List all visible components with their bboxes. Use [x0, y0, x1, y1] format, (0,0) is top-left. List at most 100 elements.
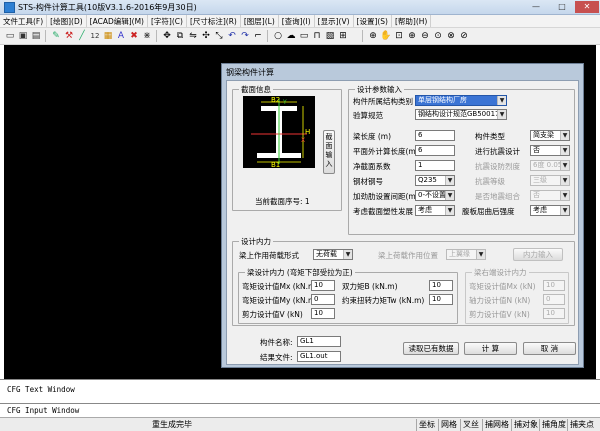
torsion-input[interactable]: 10 — [429, 294, 453, 305]
explode-icon[interactable]: ⋇ — [141, 30, 153, 42]
mx-input[interactable]: 10 — [311, 280, 335, 291]
line-icon[interactable]: ╱ — [76, 30, 88, 42]
redo-icon[interactable]: ↷ — [239, 30, 251, 42]
bimoment-input[interactable]: 10 — [429, 280, 453, 291]
chevron-down-icon: ▼ — [445, 176, 454, 185]
read-data-button[interactable]: 读取已有数据 — [403, 342, 459, 355]
number-icon[interactable]: 12 — [89, 30, 101, 42]
status-snap-object[interactable]: 捕对象 — [511, 419, 540, 431]
calculate-button[interactable]: 计 算 — [464, 342, 517, 355]
my-label: 弯矩设计值My (kN.m) — [242, 296, 319, 305]
status-snap-grip[interactable]: 捕夹点 — [567, 419, 596, 431]
pan-icon[interactable]: ✋ — [380, 30, 392, 42]
steel-grade-label: 钢材钢号 — [353, 177, 383, 186]
cfg-input-window[interactable]: CFG Input Window — [0, 403, 600, 417]
mx-label: 弯矩设计值Mx (kN.m) — [242, 282, 319, 291]
copy-icon[interactable]: ⧉ — [174, 30, 186, 42]
rotate-icon[interactable]: ✣ — [200, 30, 212, 42]
plastic-select[interactable]: 考虑 ▼ — [415, 205, 455, 216]
web-buckling-value: 考虑 — [533, 206, 547, 214]
circle-icon[interactable]: ○ — [272, 30, 284, 42]
mirror-icon[interactable]: ⇋ — [187, 30, 199, 42]
open-icon[interactable]: ▭ — [4, 30, 16, 42]
zoom-out-icon[interactable]: ⊖ — [419, 30, 431, 42]
net-section-input[interactable]: 1 — [415, 160, 455, 171]
copy-text-icon[interactable]: ⊞ — [337, 30, 349, 42]
menu-acad-edit[interactable]: [ACAD编辑](M) — [87, 15, 148, 27]
member-type-select[interactable]: 简支梁 ▼ — [530, 130, 570, 141]
web-buckling-select[interactable]: 考虑 ▼ — [530, 205, 570, 216]
b2-label: B2 — [271, 96, 280, 104]
zoom-window-icon[interactable]: ⊡ — [393, 30, 405, 42]
out-plane-length-input[interactable]: 6 — [415, 145, 455, 156]
save-icon[interactable]: ▣ — [17, 30, 29, 42]
my-input[interactable]: 0 — [311, 294, 335, 305]
print-icon[interactable]: ▤ — [30, 30, 42, 42]
zoom-all-icon[interactable]: ⊙ — [432, 30, 444, 42]
zoom-extents-icon[interactable]: ⊗ — [445, 30, 457, 42]
status-coords[interactable]: 坐标 — [416, 419, 437, 431]
seismic-combo-select[interactable]: 否 ▼ — [530, 190, 570, 201]
stiffener-label: 加劲肋设置间距(m) — [353, 192, 419, 201]
result-file-input[interactable]: GL1.out — [297, 351, 341, 362]
right-v-label: 剪力设计值V (kN) — [469, 310, 530, 319]
right-n-input[interactable]: 0 — [543, 294, 565, 305]
erase-icon[interactable]: ✖ — [128, 30, 140, 42]
stiffener-select[interactable]: 0-不设置 ▼ — [415, 190, 455, 201]
zoom-icon[interactable]: ⊕ — [367, 30, 379, 42]
status-snap-grid[interactable]: 捕网格 — [482, 419, 511, 431]
cancel-button[interactable]: 取 消 — [523, 342, 576, 355]
design-params-group: 设计参数输入 构件所属结构类别 单层钢结构厂房 ▼ 验算规范 钢结构设计规范GB5… — [348, 84, 575, 235]
seismic-design-select[interactable]: 否 ▼ — [530, 145, 570, 156]
maximize-button[interactable]: □ — [550, 1, 574, 13]
right-v-input[interactable]: 10 — [543, 308, 565, 319]
move-icon[interactable]: ✥ — [161, 30, 173, 42]
trim-icon[interactable]: ⌐ — [252, 30, 264, 42]
close-button[interactable]: ✕ — [575, 1, 599, 13]
member-name-input[interactable]: GL1 — [297, 336, 341, 347]
menu-view[interactable]: [显示](V) — [315, 15, 354, 27]
undo-icon[interactable]: ↶ — [226, 30, 238, 42]
menu-text[interactable]: [字符](C) — [148, 15, 187, 27]
cfg-text-window[interactable]: CFG Text Window — [0, 379, 600, 403]
x-axis-label: X — [301, 137, 305, 144]
right-end-forces-group: 梁右端设计内力 弯矩设计值Mx (kN) 10 轴力设计值N (kN) 0 剪力… — [465, 267, 569, 324]
menu-query[interactable]: [查询](I) — [279, 15, 315, 27]
grid-icon[interactable]: ▦ — [102, 30, 114, 42]
zoom-in-icon[interactable]: ⊕ — [406, 30, 418, 42]
steel-grade-select[interactable]: Q235 ▼ — [415, 175, 455, 186]
rect-icon[interactable]: ▭ — [298, 30, 310, 42]
seismic-intensity-select[interactable]: 6度 0.05 ▼ — [530, 160, 570, 171]
status-message: 重生成完毕 — [152, 420, 192, 429]
cloud-icon[interactable]: ☁ — [285, 30, 297, 42]
menu-draw[interactable]: [绘图](D) — [47, 15, 87, 27]
menu-file[interactable]: 文件工具(F) — [0, 15, 48, 27]
load-position-select[interactable]: 上翼缘 ▼ — [446, 249, 486, 260]
status-grid[interactable]: 网格 — [438, 419, 459, 431]
menu-help[interactable]: [帮助](H) — [392, 15, 432, 27]
pen-icon[interactable]: ✎ — [50, 30, 62, 42]
stiffener-value: 0-不设置 — [418, 191, 446, 199]
zoom-previous-icon[interactable]: ⊘ — [458, 30, 470, 42]
menu-layer[interactable]: [图层](L) — [241, 15, 279, 27]
tool-icon[interactable]: ⚒ — [63, 30, 75, 42]
text-icon[interactable]: A — [115, 30, 127, 42]
shear-input[interactable]: 10 — [311, 308, 335, 319]
section-input-button[interactable]: 截面输入 — [323, 130, 335, 174]
wall-icon[interactable]: ⊓ — [311, 30, 323, 42]
menu-dimension[interactable]: [尺寸标注](R) — [187, 15, 241, 27]
beam-length-input[interactable]: 6 — [415, 130, 455, 141]
struct-type-select[interactable]: 单层钢结构厂房 ▼ — [415, 95, 507, 106]
scale-icon[interactable]: ⤡ — [213, 30, 225, 42]
status-crosshair[interactable]: 叉丝 — [460, 419, 481, 431]
code-select[interactable]: 钢结构设计规范GB50017 ▼ — [415, 109, 507, 120]
right-mx-input[interactable]: 10 — [543, 280, 565, 291]
menu-settings[interactable]: [设置](S) — [354, 15, 392, 27]
fill-icon[interactable]: ▧ — [324, 30, 336, 42]
status-snap-angle[interactable]: 捕角度 — [539, 419, 568, 431]
minimize-button[interactable]: — — [524, 1, 548, 13]
seismic-grade-select[interactable]: 三级 ▼ — [530, 175, 570, 186]
load-form-select[interactable]: 无荷载 ▼ — [313, 249, 353, 260]
design-forces-label: 设计内力 — [239, 236, 273, 247]
force-input-button[interactable]: 内力输入 — [513, 248, 563, 261]
